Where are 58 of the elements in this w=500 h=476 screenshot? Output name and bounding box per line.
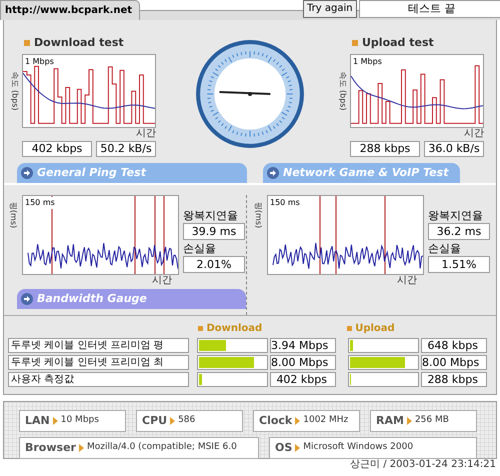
- column-header: Download: [206, 322, 262, 336]
- rate-value: 50.2 kB/s: [96, 140, 156, 156]
- loss-value: 1.51%: [428, 256, 490, 273]
- status-field: 테스트 끝: [358, 0, 500, 18]
- axis-label: 시간: [397, 275, 417, 287]
- latency-label: 왕복지연율: [428, 209, 484, 223]
- axis-label: 핑(ms): [8, 202, 19, 228]
- arrow-icon: [52, 417, 58, 425]
- bullet-icon: [352, 40, 358, 46]
- axis-label: 속도 (bps): [10, 70, 21, 110]
- row-label: 두루넷 케이블 인터넷 프리미엄 최: [8, 355, 189, 370]
- arrow-icon: [78, 444, 84, 452]
- scale-label: 150 ms: [24, 197, 56, 209]
- arrow-icon: [21, 293, 33, 305]
- row-label: 두루넷 케이블 인터넷 프리미엄 평: [8, 338, 189, 353]
- info-field: RAM 256 MB: [370, 410, 477, 432]
- speed-value: 288 kbps: [421, 372, 487, 387]
- loss-label: 손실율: [428, 242, 462, 256]
- rate-value: 36.0 kB/s: [424, 140, 484, 156]
- info-field: Clock 1002 MHz: [253, 410, 360, 432]
- speed-value: 8.00 Mbps: [421, 355, 487, 370]
- info-field: OS Microsoft Windows 2000: [269, 437, 477, 459]
- try-again-button[interactable]: Try again: [303, 0, 357, 18]
- arrow-icon: [267, 167, 279, 179]
- rate-value: 402 kbps: [22, 140, 92, 156]
- speed-value: 3.94 Mbps: [270, 338, 336, 353]
- axis-label: 시간: [152, 275, 172, 287]
- arrow-icon: [295, 417, 300, 425]
- axis-label: 핑(ms): [253, 202, 264, 228]
- info-field: Browser Mozilla/4.0 (compatible; MSIE 6.0: [19, 437, 259, 459]
- bullet-icon: [347, 326, 352, 331]
- latency-label: 왕복지연율: [183, 209, 239, 223]
- info-field: CPU 586: [136, 410, 243, 432]
- axis-label: 시간: [136, 128, 156, 140]
- column-header: Upload: [355, 322, 395, 336]
- latency-value: 36.2 ms: [428, 223, 490, 240]
- scale-label: 1 Mbps: [25, 56, 54, 68]
- speed-value: 648 kbps: [421, 338, 487, 353]
- bullet-icon: [198, 326, 204, 331]
- row-label: 사용자 측정값: [8, 372, 189, 387]
- loss-value: 2.01%: [183, 256, 245, 273]
- axis-label: 속도 (bps): [338, 70, 349, 110]
- arrow-icon: [406, 417, 412, 425]
- info-field: LAN 10 Mbps: [19, 410, 126, 432]
- arrow-icon: [21, 167, 33, 179]
- timestamp: 상근미 / 2003-01-24 23:14:21: [350, 459, 496, 471]
- speed-value: 402 kbps: [270, 372, 336, 387]
- loss-label: 손실율: [183, 242, 217, 256]
- arrow-icon: [170, 417, 176, 425]
- chart-title: Upload test: [362, 35, 434, 51]
- speed-value: 8.00 Mbps: [270, 355, 336, 370]
- chart-title: Download test: [34, 35, 124, 51]
- axis-label: 시간: [464, 128, 484, 140]
- scale-label: 1 Mbps: [353, 56, 382, 68]
- bullet-icon: [24, 40, 30, 46]
- rate-value: 288 kbps: [350, 140, 420, 156]
- latency-value: 39.9 ms: [183, 223, 245, 240]
- arrow-icon: [295, 444, 300, 452]
